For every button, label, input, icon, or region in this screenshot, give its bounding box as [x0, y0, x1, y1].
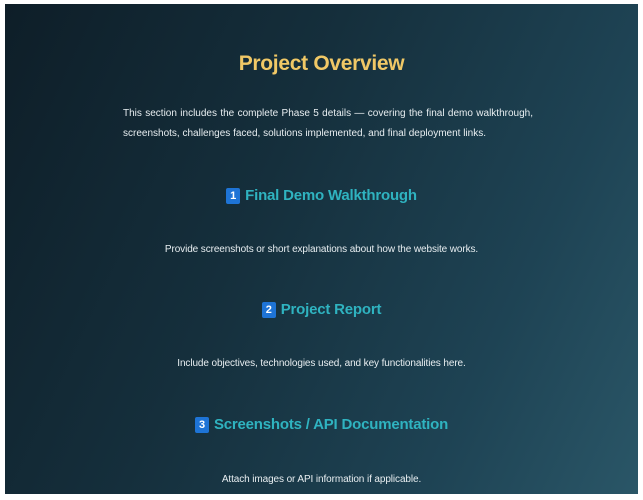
section-heading-project-report: 2 Project Report: [5, 301, 638, 318]
number-badge-3: 3: [194, 417, 209, 433]
section-title: Project Report: [280, 301, 382, 318]
section-description-project-report: Include objectives, technologies used, a…: [177, 358, 466, 369]
number-badge-2: 2: [261, 302, 276, 318]
section-title: Screenshots / API Documentation: [213, 416, 449, 433]
intro-paragraph: This section includes the complete Phase…: [123, 108, 533, 139]
section-description-screenshots-api: Attach images or API information if appl…: [221, 474, 422, 485]
section-description-final-demo: Provide screenshots or short explanation…: [164, 244, 479, 255]
number-badge-1: 1: [226, 188, 241, 204]
section-heading-final-demo: 1 Final Demo Walkthrough: [5, 187, 638, 204]
page-frame: Project Overview This section includes t…: [5, 4, 638, 494]
page-title: Project Overview: [238, 52, 405, 75]
section-title: Final Demo Walkthrough: [245, 187, 417, 204]
section-heading-screenshots-api: 3 Screenshots / API Documentation: [5, 416, 638, 433]
